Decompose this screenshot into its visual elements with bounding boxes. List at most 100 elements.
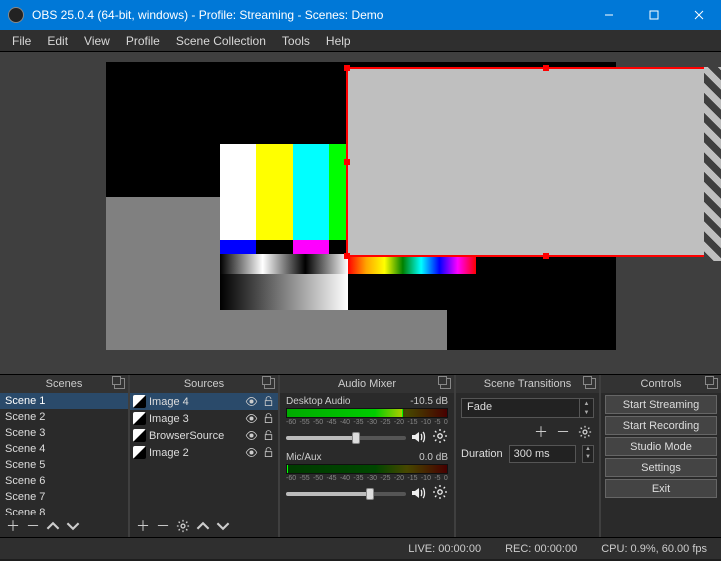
channel-level: 0.0 dB — [419, 452, 448, 463]
transition-settings-button[interactable] — [576, 423, 594, 441]
add-source-button[interactable]: ＋ — [134, 517, 152, 535]
channel-settings-button[interactable] — [432, 428, 448, 447]
source-item[interactable]: BrowserSource — [130, 427, 278, 444]
transitions-body: Fade ▲▼ ＋ － Duration 300 ms ▲▼ — [456, 393, 599, 537]
controls-body: Start Streaming Start Recording Studio Mod… — [601, 393, 721, 537]
add-scene-button[interactable]: ＋ — [4, 517, 22, 535]
mixer-header: Audio Mixer — [280, 375, 454, 393]
resize-handle[interactable] — [344, 253, 350, 259]
popout-icon[interactable] — [440, 378, 451, 389]
source-settings-button[interactable] — [174, 517, 192, 535]
source-up-button[interactable] — [194, 517, 212, 535]
remove-source-button[interactable]: － — [154, 517, 172, 535]
popout-icon[interactable] — [114, 378, 125, 389]
scene-item[interactable]: Scene 7 — [0, 489, 128, 505]
exit-button[interactable]: Exit — [605, 479, 717, 498]
menubar: FileEditViewProfileScene CollectionTools… — [0, 30, 721, 52]
scene-item[interactable]: Scene 1 — [0, 393, 128, 409]
statusbar: LIVE: 00:00:00 REC: 00:00:00 CPU: 0.9%, … — [0, 537, 721, 559]
add-transition-button[interactable]: ＋ — [532, 423, 550, 441]
transitions-title: Scene Transitions — [484, 378, 571, 390]
source-type-icon — [133, 412, 146, 425]
popout-icon[interactable] — [707, 378, 718, 389]
mixer-channel: Mic/Aux 0.0 dB -60-55-50-45-40-35-30-25-20… — [280, 449, 454, 505]
scene-item[interactable]: Scene 3 — [0, 425, 128, 441]
scenes-list[interactable]: Scene 1Scene 2Scene 3Scene 4Scene 5Scene… — [0, 393, 128, 515]
resize-handle[interactable] — [344, 159, 350, 165]
popout-icon[interactable] — [264, 378, 275, 389]
controls-dock: Controls Start StreamingStart RecordingS… — [601, 375, 721, 537]
resize-handle[interactable] — [344, 65, 350, 71]
close-button[interactable] — [676, 0, 721, 30]
status-rec: REC: 00:00:00 — [505, 543, 577, 555]
remove-transition-button[interactable]: － — [554, 423, 572, 441]
resize-handle[interactable] — [543, 65, 549, 71]
transition-spinner[interactable]: ▲▼ — [580, 398, 594, 418]
visibility-toggle[interactable] — [244, 412, 258, 426]
scene-item[interactable]: Scene 4 — [0, 441, 128, 457]
source-name: Image 3 — [149, 413, 241, 425]
lock-toggle[interactable] — [261, 429, 275, 443]
settings-button[interactable]: Settings — [605, 458, 717, 477]
mute-button[interactable] — [410, 429, 428, 447]
preview-area[interactable] — [0, 52, 721, 374]
duration-input[interactable]: 300 ms — [509, 445, 576, 463]
preview-selected-source[interactable] — [346, 67, 721, 257]
scene-up-button[interactable] — [44, 517, 62, 535]
channel-level: -10.5 dB — [410, 396, 448, 407]
controls-title: Controls — [641, 378, 682, 390]
menu-scene-collection[interactable]: Scene Collection — [168, 32, 274, 50]
source-type-icon — [133, 429, 146, 442]
mute-button[interactable] — [410, 485, 428, 503]
transition-select[interactable]: Fade ▲▼ — [461, 398, 594, 418]
lock-toggle[interactable] — [261, 446, 275, 460]
scene-down-button[interactable] — [64, 517, 82, 535]
channel-name: Mic/Aux — [286, 452, 322, 463]
menu-profile[interactable]: Profile — [118, 32, 168, 50]
scene-item[interactable]: Scene 2 — [0, 409, 128, 425]
mixer-body: Desktop Audio-10.5 dB-60-55-50-45-40-35-… — [280, 393, 454, 537]
channel-settings-button[interactable] — [432, 484, 448, 503]
scene-item[interactable]: Scene 5 — [0, 457, 128, 473]
maximize-button[interactable] — [631, 0, 676, 30]
menu-help[interactable]: Help — [318, 32, 359, 50]
status-live: LIVE: 00:00:00 — [408, 543, 481, 555]
menu-file[interactable]: File — [4, 32, 39, 50]
status-cpu: CPU: 0.9%, 60.00 fps — [601, 543, 707, 555]
scenes-toolbar: ＋ － — [0, 515, 128, 537]
start-recording-button[interactable]: Start Recording — [605, 416, 717, 435]
preview-canvas[interactable] — [106, 62, 616, 350]
sources-list[interactable]: Image 4 Image 3 BrowserSource Image 2 — [130, 393, 278, 515]
popout-icon[interactable] — [585, 378, 596, 389]
volume-slider[interactable] — [286, 492, 406, 496]
visibility-toggle[interactable] — [244, 446, 258, 460]
start-streaming-button[interactable]: Start Streaming — [605, 395, 717, 414]
meter-ticks: -60-55-50-45-40-35-30-25-20-15-10-50 — [286, 475, 448, 482]
source-item[interactable]: Image 3 — [130, 410, 278, 427]
menu-edit[interactable]: Edit — [39, 32, 76, 50]
source-name: BrowserSource — [149, 430, 241, 442]
audio-mixer-dock: Audio Mixer Desktop Audio-10.5 dB-60-55-… — [280, 375, 456, 537]
scene-item[interactable]: Scene 6 — [0, 473, 128, 489]
visibility-toggle[interactable] — [244, 429, 258, 443]
lock-toggle[interactable] — [261, 412, 275, 426]
scenes-title: Scenes — [46, 378, 83, 390]
source-item[interactable]: Image 4 — [130, 393, 278, 410]
source-down-button[interactable] — [214, 517, 232, 535]
transition-value: Fade — [461, 398, 580, 418]
menu-view[interactable]: View — [76, 32, 118, 50]
studio-mode-button[interactable]: Studio Mode — [605, 437, 717, 456]
audio-meter — [286, 408, 448, 418]
volume-slider[interactable] — [286, 436, 406, 440]
remove-scene-button[interactable]: － — [24, 517, 42, 535]
menu-tools[interactable]: Tools — [274, 32, 318, 50]
scene-item[interactable]: Scene 8 — [0, 505, 128, 515]
source-item[interactable]: Image 2 — [130, 444, 278, 461]
visibility-toggle[interactable] — [244, 395, 258, 409]
lock-toggle[interactable] — [261, 395, 275, 409]
sources-title: Sources — [184, 378, 224, 390]
minimize-button[interactable] — [586, 0, 631, 30]
resize-handle[interactable] — [543, 253, 549, 259]
sources-dock: Sources Image 4Image 3BrowserSourceImage… — [130, 375, 280, 537]
duration-spinner[interactable]: ▲▼ — [582, 445, 594, 463]
